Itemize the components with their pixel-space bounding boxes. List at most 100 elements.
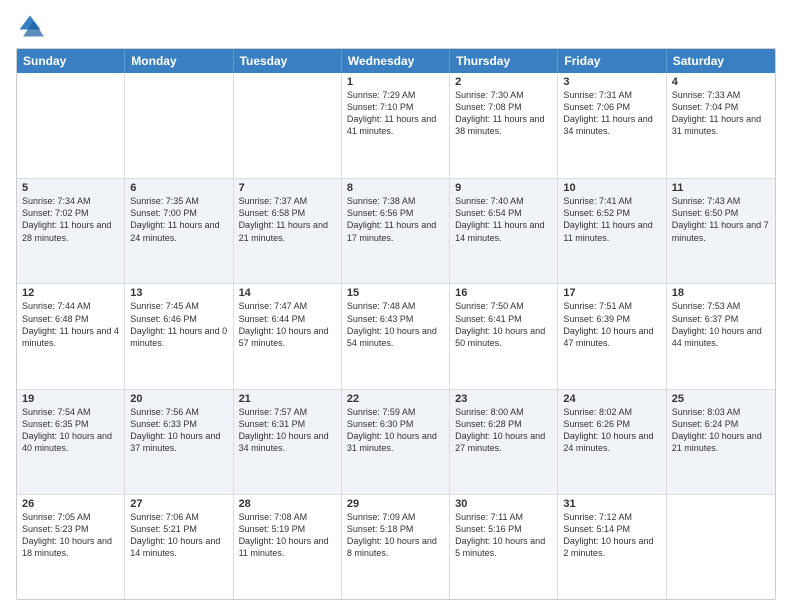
empty-cell-4-6 (667, 495, 775, 599)
day-cell-12: 12Sunrise: 7:44 AM Sunset: 6:48 PM Dayli… (17, 284, 125, 388)
day-number: 6 (130, 182, 227, 194)
day-cell-1: 1Sunrise: 7:29 AM Sunset: 7:10 PM Daylig… (342, 73, 450, 178)
day-info: Sunrise: 7:37 AM Sunset: 6:58 PM Dayligh… (239, 195, 336, 244)
day-number: 19 (22, 393, 119, 405)
day-cell-5: 5Sunrise: 7:34 AM Sunset: 7:02 PM Daylig… (17, 179, 125, 283)
calendar-header: SundayMondayTuesdayWednesdayThursdayFrid… (17, 49, 775, 73)
page: SundayMondayTuesdayWednesdayThursdayFrid… (0, 0, 792, 612)
day-number: 2 (455, 76, 552, 88)
day-info: Sunrise: 7:44 AM Sunset: 6:48 PM Dayligh… (22, 300, 119, 349)
day-cell-7: 7Sunrise: 7:37 AM Sunset: 6:58 PM Daylig… (234, 179, 342, 283)
empty-cell-0-0 (17, 73, 125, 178)
day-number: 9 (455, 182, 552, 194)
day-number: 23 (455, 393, 552, 405)
calendar-row-3: 19Sunrise: 7:54 AM Sunset: 6:35 PM Dayli… (17, 389, 775, 494)
day-number: 13 (130, 287, 227, 299)
day-number: 21 (239, 393, 336, 405)
day-info: Sunrise: 7:29 AM Sunset: 7:10 PM Dayligh… (347, 89, 444, 138)
day-number: 10 (563, 182, 660, 194)
day-info: Sunrise: 7:35 AM Sunset: 7:00 PM Dayligh… (130, 195, 227, 244)
day-cell-9: 9Sunrise: 7:40 AM Sunset: 6:54 PM Daylig… (450, 179, 558, 283)
day-info: Sunrise: 7:59 AM Sunset: 6:30 PM Dayligh… (347, 406, 444, 455)
day-cell-17: 17Sunrise: 7:51 AM Sunset: 6:39 PM Dayli… (558, 284, 666, 388)
day-cell-4: 4Sunrise: 7:33 AM Sunset: 7:04 PM Daylig… (667, 73, 775, 178)
day-number: 7 (239, 182, 336, 194)
day-cell-27: 27Sunrise: 7:06 AM Sunset: 5:21 PM Dayli… (125, 495, 233, 599)
day-cell-3: 3Sunrise: 7:31 AM Sunset: 7:06 PM Daylig… (558, 73, 666, 178)
day-cell-22: 22Sunrise: 7:59 AM Sunset: 6:30 PM Dayli… (342, 390, 450, 494)
day-info: Sunrise: 7:09 AM Sunset: 5:18 PM Dayligh… (347, 511, 444, 560)
day-info: Sunrise: 7:53 AM Sunset: 6:37 PM Dayligh… (672, 300, 770, 349)
day-cell-31: 31Sunrise: 7:12 AM Sunset: 5:14 PM Dayli… (558, 495, 666, 599)
day-number: 12 (22, 287, 119, 299)
day-cell-11: 11Sunrise: 7:43 AM Sunset: 6:50 PM Dayli… (667, 179, 775, 283)
day-info: Sunrise: 7:30 AM Sunset: 7:08 PM Dayligh… (455, 89, 552, 138)
day-info: Sunrise: 7:06 AM Sunset: 5:21 PM Dayligh… (130, 511, 227, 560)
day-cell-21: 21Sunrise: 7:57 AM Sunset: 6:31 PM Dayli… (234, 390, 342, 494)
header-day-thursday: Thursday (450, 49, 558, 73)
day-number: 5 (22, 182, 119, 194)
day-number: 16 (455, 287, 552, 299)
day-cell-2: 2Sunrise: 7:30 AM Sunset: 7:08 PM Daylig… (450, 73, 558, 178)
day-cell-23: 23Sunrise: 8:00 AM Sunset: 6:28 PM Dayli… (450, 390, 558, 494)
header-day-tuesday: Tuesday (234, 49, 342, 73)
day-number: 31 (563, 498, 660, 510)
day-cell-30: 30Sunrise: 7:11 AM Sunset: 5:16 PM Dayli… (450, 495, 558, 599)
day-number: 17 (563, 287, 660, 299)
day-number: 11 (672, 182, 770, 194)
day-number: 30 (455, 498, 552, 510)
calendar-row-0: 1Sunrise: 7:29 AM Sunset: 7:10 PM Daylig… (17, 73, 775, 178)
day-number: 14 (239, 287, 336, 299)
day-info: Sunrise: 7:43 AM Sunset: 6:50 PM Dayligh… (672, 195, 770, 244)
header-day-saturday: Saturday (667, 49, 775, 73)
calendar-row-2: 12Sunrise: 7:44 AM Sunset: 6:48 PM Dayli… (17, 283, 775, 388)
day-number: 29 (347, 498, 444, 510)
header-day-monday: Monday (125, 49, 233, 73)
logo (16, 12, 48, 40)
day-info: Sunrise: 7:33 AM Sunset: 7:04 PM Dayligh… (672, 89, 770, 138)
day-cell-13: 13Sunrise: 7:45 AM Sunset: 6:46 PM Dayli… (125, 284, 233, 388)
day-number: 28 (239, 498, 336, 510)
day-number: 15 (347, 287, 444, 299)
day-info: Sunrise: 7:12 AM Sunset: 5:14 PM Dayligh… (563, 511, 660, 560)
day-info: Sunrise: 7:31 AM Sunset: 7:06 PM Dayligh… (563, 89, 660, 138)
day-cell-14: 14Sunrise: 7:47 AM Sunset: 6:44 PM Dayli… (234, 284, 342, 388)
day-number: 22 (347, 393, 444, 405)
day-info: Sunrise: 7:50 AM Sunset: 6:41 PM Dayligh… (455, 300, 552, 349)
day-cell-28: 28Sunrise: 7:08 AM Sunset: 5:19 PM Dayli… (234, 495, 342, 599)
day-number: 1 (347, 76, 444, 88)
day-number: 27 (130, 498, 227, 510)
generalblue-logo-icon (16, 12, 44, 40)
day-info: Sunrise: 7:57 AM Sunset: 6:31 PM Dayligh… (239, 406, 336, 455)
day-cell-25: 25Sunrise: 8:03 AM Sunset: 6:24 PM Dayli… (667, 390, 775, 494)
day-cell-24: 24Sunrise: 8:02 AM Sunset: 6:26 PM Dayli… (558, 390, 666, 494)
day-cell-10: 10Sunrise: 7:41 AM Sunset: 6:52 PM Dayli… (558, 179, 666, 283)
day-number: 3 (563, 76, 660, 88)
day-cell-20: 20Sunrise: 7:56 AM Sunset: 6:33 PM Dayli… (125, 390, 233, 494)
empty-cell-0-1 (125, 73, 233, 178)
day-cell-8: 8Sunrise: 7:38 AM Sunset: 6:56 PM Daylig… (342, 179, 450, 283)
day-info: Sunrise: 8:03 AM Sunset: 6:24 PM Dayligh… (672, 406, 770, 455)
day-cell-6: 6Sunrise: 7:35 AM Sunset: 7:00 PM Daylig… (125, 179, 233, 283)
day-number: 26 (22, 498, 119, 510)
day-cell-26: 26Sunrise: 7:05 AM Sunset: 5:23 PM Dayli… (17, 495, 125, 599)
day-info: Sunrise: 7:38 AM Sunset: 6:56 PM Dayligh… (347, 195, 444, 244)
header-day-friday: Friday (558, 49, 666, 73)
header-day-sunday: Sunday (17, 49, 125, 73)
day-number: 20 (130, 393, 227, 405)
day-info: Sunrise: 7:54 AM Sunset: 6:35 PM Dayligh… (22, 406, 119, 455)
day-cell-19: 19Sunrise: 7:54 AM Sunset: 6:35 PM Dayli… (17, 390, 125, 494)
day-info: Sunrise: 7:45 AM Sunset: 6:46 PM Dayligh… (130, 300, 227, 349)
day-info: Sunrise: 7:48 AM Sunset: 6:43 PM Dayligh… (347, 300, 444, 349)
day-info: Sunrise: 7:41 AM Sunset: 6:52 PM Dayligh… (563, 195, 660, 244)
day-cell-29: 29Sunrise: 7:09 AM Sunset: 5:18 PM Dayli… (342, 495, 450, 599)
calendar-body: 1Sunrise: 7:29 AM Sunset: 7:10 PM Daylig… (17, 73, 775, 599)
day-info: Sunrise: 7:40 AM Sunset: 6:54 PM Dayligh… (455, 195, 552, 244)
header-day-wednesday: Wednesday (342, 49, 450, 73)
day-cell-15: 15Sunrise: 7:48 AM Sunset: 6:43 PM Dayli… (342, 284, 450, 388)
day-info: Sunrise: 7:08 AM Sunset: 5:19 PM Dayligh… (239, 511, 336, 560)
day-info: Sunrise: 7:05 AM Sunset: 5:23 PM Dayligh… (22, 511, 119, 560)
day-info: Sunrise: 7:56 AM Sunset: 6:33 PM Dayligh… (130, 406, 227, 455)
day-cell-18: 18Sunrise: 7:53 AM Sunset: 6:37 PM Dayli… (667, 284, 775, 388)
day-number: 8 (347, 182, 444, 194)
